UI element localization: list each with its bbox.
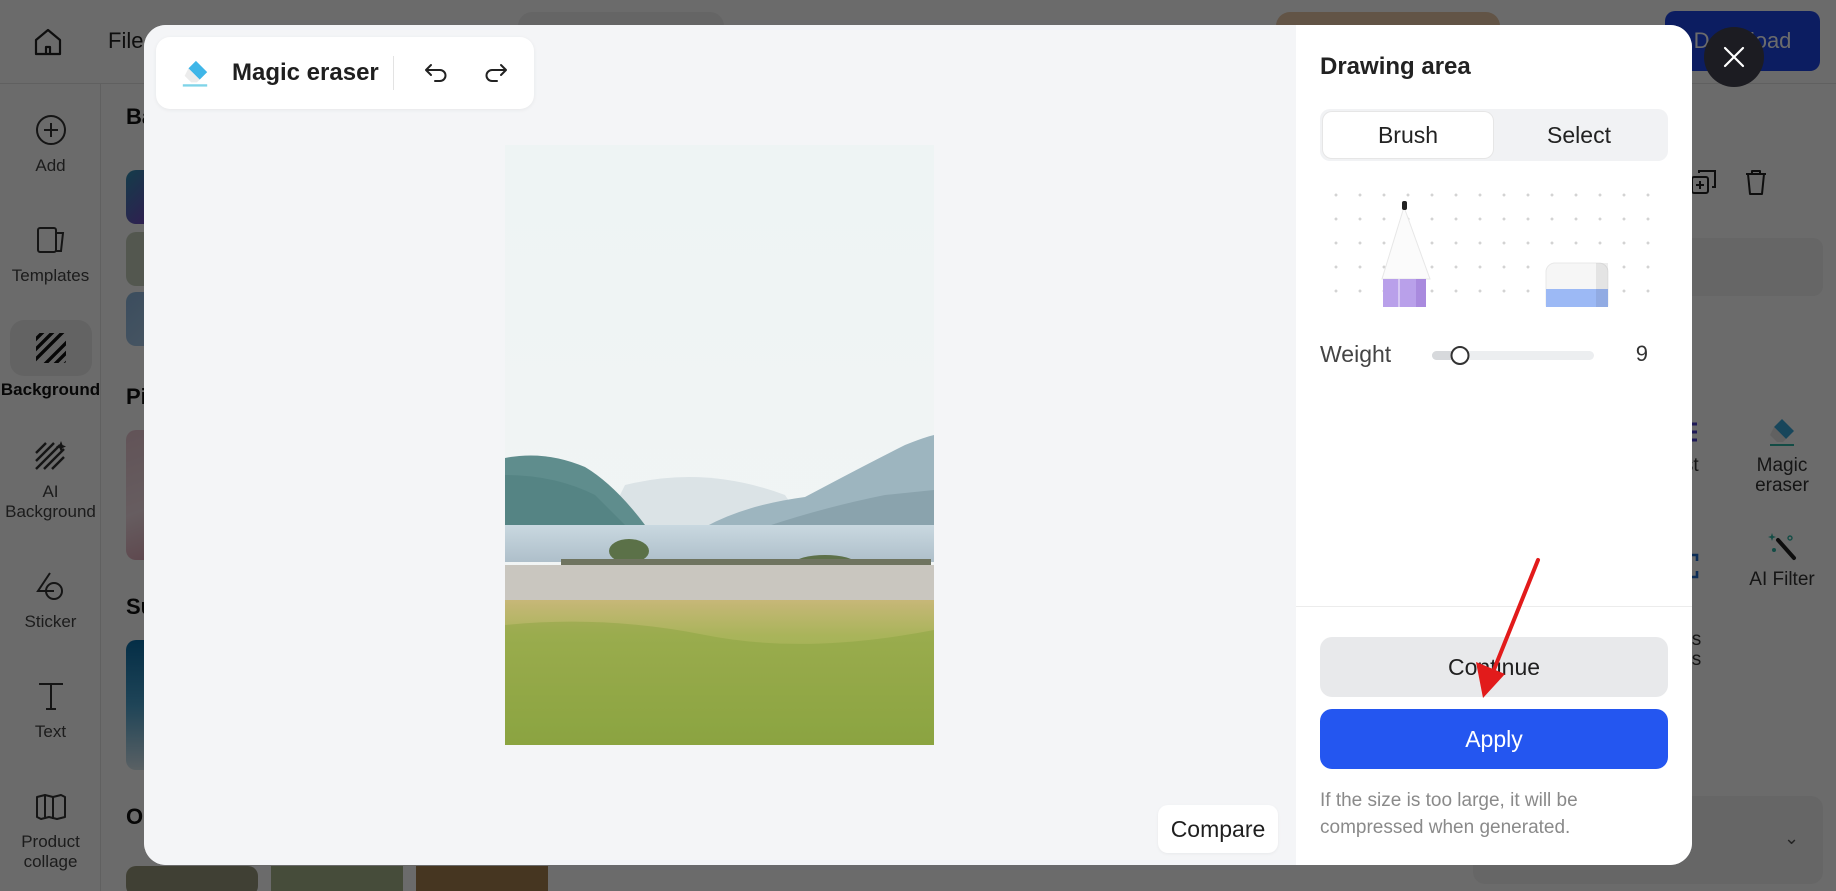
size-hint: If the size is too large, it will be com… <box>1320 790 1578 838</box>
tab-brush[interactable]: Brush <box>1323 112 1493 158</box>
weight-slider[interactable] <box>1432 346 1594 365</box>
magic-eraser-dialog: Magic eraser Compare Drawing area Brush … <box>144 25 1692 865</box>
eraser-icon <box>1545 262 1609 307</box>
apply-button[interactable]: Apply <box>1320 709 1668 769</box>
weight-value: 9 <box>1635 341 1648 366</box>
undo-button[interactable] <box>416 53 456 93</box>
close-button[interactable] <box>1704 27 1764 87</box>
drawing-panel: Drawing area Brush Select Weight 9 Conti… <box>1296 25 1692 865</box>
tab-select[interactable]: Select <box>1494 112 1664 158</box>
compare-button[interactable]: Compare <box>1158 805 1278 853</box>
redo-button[interactable] <box>476 53 516 93</box>
panel-divider <box>1296 606 1692 607</box>
edited-photo[interactable] <box>505 145 934 745</box>
weight-label: Weight <box>1320 341 1392 367</box>
dialog-title: Magic eraser <box>232 59 379 86</box>
pencil-icon <box>1381 201 1431 307</box>
eraser-toolbar: Magic eraser <box>156 37 534 109</box>
canvas-area[interactable]: Magic eraser Compare <box>144 25 1296 865</box>
weight-slider-handle[interactable] <box>1450 346 1470 365</box>
toolbar-divider <box>392 56 394 90</box>
undo-icon <box>424 64 447 82</box>
magic-eraser-icon <box>182 60 208 87</box>
close-icon <box>1723 46 1745 68</box>
brush-preview <box>1320 177 1668 307</box>
continue-button[interactable]: Continue <box>1320 637 1668 697</box>
lake-landscape-image <box>505 145 934 745</box>
weight-control: Weight 9 <box>1320 337 1668 373</box>
mode-switch: Brush Select <box>1320 109 1668 161</box>
redo-icon <box>485 64 507 82</box>
drawing-area-heading: Drawing area <box>1320 53 1471 80</box>
